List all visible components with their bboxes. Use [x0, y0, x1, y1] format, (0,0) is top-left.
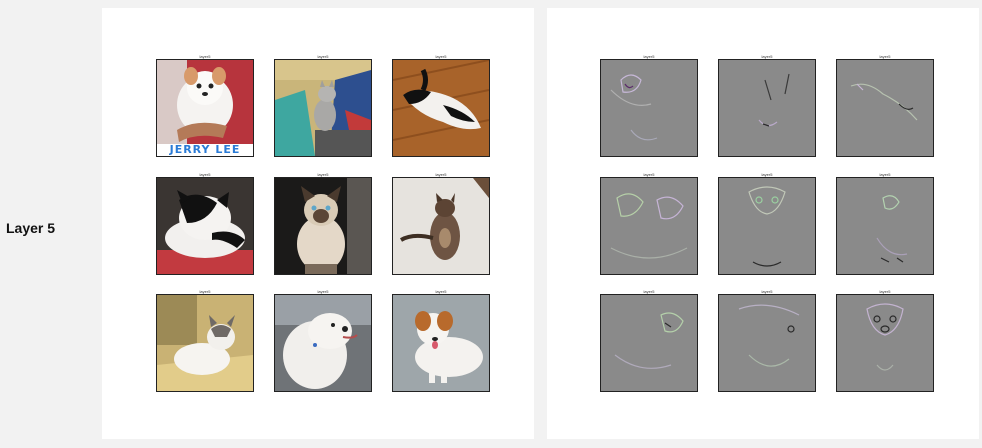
- original-image-cell: layer5: [274, 172, 372, 275]
- saliency-map-cell: layer5: [836, 172, 934, 275]
- saliency-map-cell: layer5: [600, 54, 698, 157]
- white-dog-image: JERRY LEE: [156, 59, 254, 157]
- original-image-cell: layer5: [392, 289, 490, 392]
- saliency-map-cell: layer5: [836, 54, 934, 157]
- saliency-map-image: [836, 294, 934, 392]
- cat-on-red-image: [156, 177, 254, 275]
- tortoiseshell-cat-image: [392, 177, 490, 275]
- original-image-cell: layer5: [274, 54, 372, 157]
- saliency-map-image: [600, 177, 698, 275]
- saliency-map-image: [718, 177, 816, 275]
- white-kitten-image: [156, 294, 254, 392]
- saliency-map-cell: layer5: [718, 54, 816, 157]
- saliency-map-image: [836, 59, 934, 157]
- jack-russell-dog-image: [392, 294, 490, 392]
- original-image-cell: layer5: [156, 289, 254, 392]
- saliency-map-image: [718, 59, 816, 157]
- saliency-map-cell: layer5: [836, 289, 934, 392]
- saliency-map-image: [718, 294, 816, 392]
- saliency-map-cell: layer5: [718, 172, 816, 275]
- saliency-map-cell: layer5: [600, 172, 698, 275]
- jerry-lee-banner: JERRY LEE: [157, 144, 253, 156]
- saliency-map-image: [600, 294, 698, 392]
- cat-on-floor-image: [392, 59, 490, 157]
- saliency-map-cell: layer5: [600, 289, 698, 392]
- original-image-cell: layer5: [392, 172, 490, 275]
- original-image-cell: layer5 JERRY LEE: [156, 54, 254, 157]
- saliency-maps-panel: layer5 layer5 layer5 layer5 layer5 layer…: [547, 8, 979, 439]
- row-label: Layer 5: [6, 220, 56, 236]
- original-images-panel: layer5 JERRY LEE layer5 layer5 layer5 la…: [102, 8, 534, 439]
- siamese-cat-image: [274, 177, 372, 275]
- saliency-map-image: [600, 59, 698, 157]
- saliency-map-image: [836, 177, 934, 275]
- saliency-map-cell: layer5: [718, 289, 816, 392]
- grey-kitten-image: [274, 59, 372, 157]
- original-image-cell: layer5: [156, 172, 254, 275]
- white-fluffy-dog-image: [274, 294, 372, 392]
- original-image-cell: layer5: [392, 54, 490, 157]
- original-image-cell: layer5: [274, 289, 372, 392]
